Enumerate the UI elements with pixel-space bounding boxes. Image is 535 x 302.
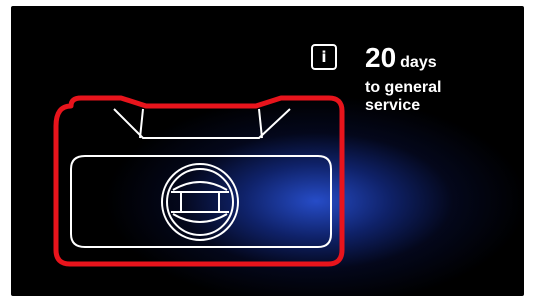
days-value: 20 — [365, 42, 397, 73]
car-pillar-lines — [139, 108, 263, 139]
car-outline — [70, 108, 332, 248]
days-unit: days — [400, 54, 437, 71]
service-description: to general service — [365, 79, 442, 114]
days-remaining: 20 days — [365, 42, 437, 74]
steering-wheel-icon — [161, 163, 239, 241]
display-screen: i 20 days to general service — [11, 6, 524, 296]
info-icon[interactable]: i — [311, 44, 337, 70]
service-reminder: i 20 days to general service — [311, 42, 511, 134]
